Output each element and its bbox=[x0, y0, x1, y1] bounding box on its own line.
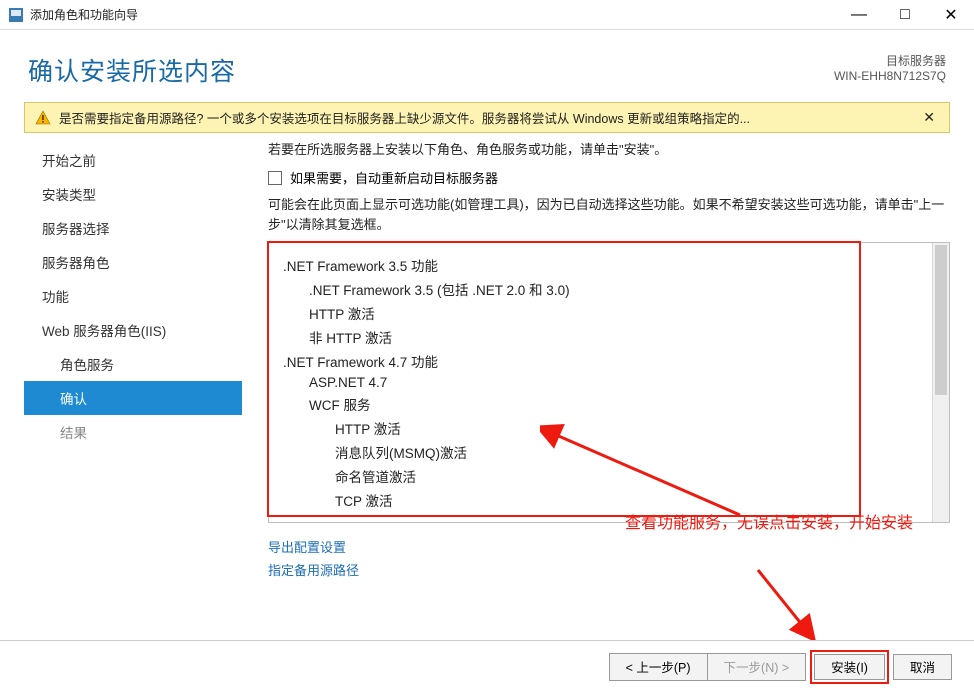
cancel-button[interactable]: 取消 bbox=[893, 654, 952, 680]
list-item: .NET Framework 3.5 (包括 .NET 2.0 和 3.0) bbox=[309, 277, 918, 301]
target-label: 目标服务器 bbox=[834, 52, 946, 69]
next-button: 下一步(N) > bbox=[708, 654, 806, 680]
step-installation-type[interactable]: 安装类型 bbox=[24, 177, 242, 211]
list-item: 非 HTTP 激活 bbox=[309, 325, 918, 349]
step-server-selection[interactable]: 服务器选择 bbox=[24, 211, 242, 245]
optional-features-note: 可能会在此页面上显示可选功能(如管理工具)，因为已自动选择这些功能。如果不希望安… bbox=[268, 195, 950, 234]
window-title: 添加角色和功能向导 bbox=[30, 6, 138, 23]
target-server-name: WIN-EHH8N712S7Q bbox=[834, 69, 946, 83]
scrollbar[interactable] bbox=[932, 243, 949, 522]
selections-list: .NET Framework 3.5 功能.NET Framework 3.5 … bbox=[269, 243, 932, 522]
close-window-button[interactable]: ✕ bbox=[928, 0, 974, 30]
scrollbar-thumb[interactable] bbox=[935, 245, 947, 395]
previous-button[interactable]: < 上一步(P) bbox=[610, 654, 708, 680]
page-title: 确认安装所选内容 bbox=[28, 52, 834, 88]
list-item: WCF 服务 bbox=[309, 392, 918, 416]
warning-icon bbox=[35, 110, 51, 126]
wizard-steps-sidebar: 开始之前 安装类型 服务器选择 服务器角色 功能 Web 服务器角色(IIS) … bbox=[24, 139, 242, 569]
nav-button-pair: < 上一步(P) 下一步(N) > bbox=[609, 653, 807, 681]
list-item: .NET Framework 4.7 功能 bbox=[283, 349, 918, 373]
intro-text: 若要在所选服务器上安装以下角色、角色服务或功能，请单击"安装"。 bbox=[268, 139, 950, 158]
step-server-roles[interactable]: 服务器角色 bbox=[24, 245, 242, 279]
restart-checkbox-row[interactable]: 如果需要，自动重新启动目标服务器 bbox=[268, 168, 950, 187]
list-item: 命名管道激活 bbox=[335, 464, 918, 488]
maximize-button[interactable]: □ bbox=[882, 0, 928, 30]
page-header: 确认安装所选内容 目标服务器 WIN-EHH8N712S7Q bbox=[0, 30, 974, 102]
list-item: 消息队列(MSMQ)激活 bbox=[335, 440, 918, 464]
warning-text: 是否需要指定备用源路径? 一个或多个安装选项在目标服务器上缺少源文件。服务器将尝… bbox=[59, 108, 919, 127]
step-confirmation[interactable]: 确认 bbox=[24, 381, 242, 415]
warning-bar: 是否需要指定备用源路径? 一个或多个安装选项在目标服务器上缺少源文件。服务器将尝… bbox=[24, 102, 950, 133]
list-item: ASP.NET 4.7 bbox=[309, 373, 918, 392]
export-config-link[interactable]: 导出配置设置 bbox=[268, 535, 950, 558]
step-before-you-begin[interactable]: 开始之前 bbox=[24, 143, 242, 177]
content-pane: 若要在所选服务器上安装以下角色、角色服务或功能，请单击"安装"。 如果需要，自动… bbox=[242, 139, 950, 569]
install-button[interactable]: 安装(I) bbox=[814, 654, 885, 680]
list-item: HTTP 激活 bbox=[335, 416, 918, 440]
list-item: HTTP 激活 bbox=[309, 301, 918, 325]
titlebar: 添加角色和功能向导 — □ ✕ bbox=[0, 0, 974, 30]
button-bar: < 上一步(P) 下一步(N) > 安装(I) 取消 bbox=[0, 640, 974, 692]
minimize-button[interactable]: — bbox=[836, 0, 882, 30]
target-info: 目标服务器 WIN-EHH8N712S7Q bbox=[834, 52, 946, 83]
alt-source-path-link[interactable]: 指定备用源路径 bbox=[268, 558, 950, 581]
selections-listbox: .NET Framework 3.5 功能.NET Framework 3.5 … bbox=[268, 242, 950, 523]
step-features[interactable]: 功能 bbox=[24, 279, 242, 313]
wizard-icon bbox=[8, 7, 24, 23]
annotation-text: 查看功能服务，无误点击安装，开始安装 bbox=[625, 509, 913, 533]
restart-checkbox[interactable] bbox=[268, 171, 282, 185]
warning-close-button[interactable]: ✕ bbox=[919, 109, 939, 126]
step-web-server-iis[interactable]: Web 服务器角色(IIS) bbox=[24, 313, 242, 347]
step-results: 结果 bbox=[24, 415, 242, 449]
restart-checkbox-label: 如果需要，自动重新启动目标服务器 bbox=[290, 168, 498, 187]
step-role-services[interactable]: 角色服务 bbox=[24, 347, 242, 381]
list-item: .NET Framework 3.5 功能 bbox=[283, 253, 918, 277]
